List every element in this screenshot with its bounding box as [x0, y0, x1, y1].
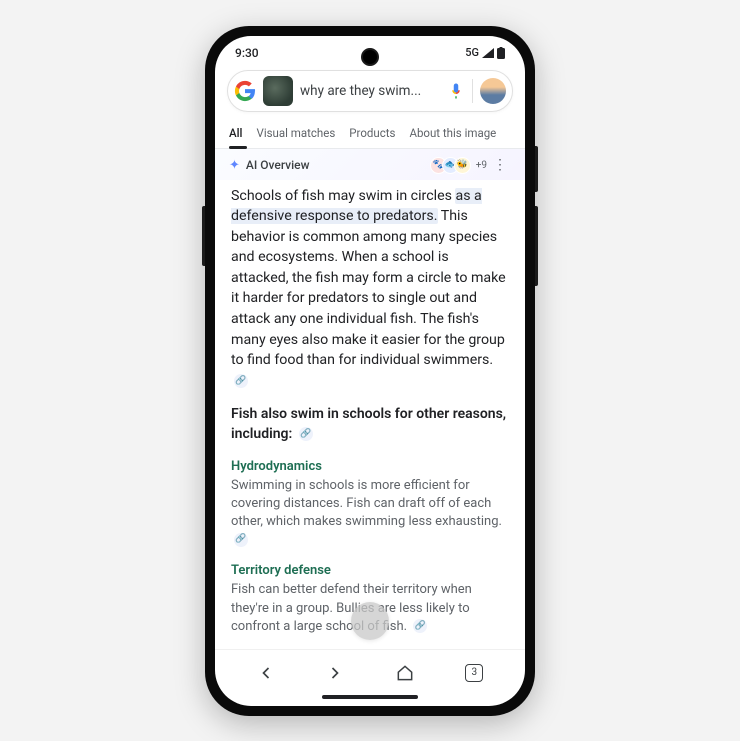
battery-icon: [497, 47, 505, 59]
source-extra-count[interactable]: +9: [476, 160, 487, 171]
tab-count: 3: [471, 667, 477, 678]
citation-icon[interactable]: 🔗: [299, 427, 313, 441]
network-label: 5G: [465, 46, 479, 59]
home-button[interactable]: [392, 660, 418, 686]
result-tabs: All Visual matches Products About this i…: [215, 120, 525, 149]
citation-icon[interactable]: 🔗: [234, 374, 248, 388]
paragraph-post: This behavior is common among many speci…: [231, 208, 506, 368]
sparkle-icon: ✦: [229, 158, 240, 173]
section-body-text: Swimming in schools is more efficient fo…: [231, 478, 502, 529]
search-query-text[interactable]: why are they swim...: [300, 83, 440, 99]
overview-paragraph: Schools of fish may swim in circles as a…: [231, 186, 509, 392]
volume-button: [535, 206, 538, 286]
section-title-hydrodynamics: Hydrodynamics: [231, 459, 509, 474]
forward-button[interactable]: [322, 660, 348, 686]
source-pills[interactable]: 🐾 🐟 🐝: [435, 157, 471, 174]
back-button[interactable]: [253, 660, 279, 686]
mic-icon[interactable]: [447, 82, 465, 100]
paragraph-pre: Schools of fish may swim in circles: [231, 188, 455, 204]
google-logo-icon: [234, 80, 256, 102]
home-indicator[interactable]: [322, 695, 418, 699]
ai-overview-content: Schools of fish may swim in circles as a…: [215, 180, 525, 649]
subheading-text: Fish also swim in schools for other reas…: [231, 406, 506, 442]
clock: 9:30: [235, 46, 259, 60]
overview-subheading: Fish also swim in schools for other reas…: [231, 405, 509, 444]
tab-about-image[interactable]: About this image: [409, 120, 496, 148]
phone-frame: 9:30 5G why are they swim...: [205, 26, 535, 716]
side-button: [202, 206, 205, 266]
ai-overview-title: AI Overview: [246, 158, 310, 172]
source-pill-3[interactable]: 🐝: [454, 157, 471, 174]
search-image-thumbnail[interactable]: [263, 76, 293, 106]
account-avatar[interactable]: [480, 78, 506, 104]
section-body-hydrodynamics: Swimming in schools is more efficient fo…: [231, 477, 509, 550]
separator: [472, 79, 473, 103]
power-button: [535, 146, 538, 192]
citation-icon[interactable]: 🔗: [413, 619, 427, 633]
tabs-button[interactable]: 3: [461, 660, 487, 686]
section-title-territory: Territory defense: [231, 563, 509, 578]
camera-cutout: [361, 48, 379, 66]
tab-visual-matches[interactable]: Visual matches: [257, 120, 336, 148]
bottom-nav: 3: [215, 649, 525, 690]
touch-indicator: [351, 602, 389, 640]
citation-icon[interactable]: 🔗: [234, 533, 248, 547]
more-menu-icon[interactable]: ⋮: [489, 157, 511, 173]
tab-products[interactable]: Products: [349, 120, 395, 148]
ai-overview-header: ✦ AI Overview 🐾 🐟 🐝 +9 ⋮: [215, 149, 525, 180]
screen: 9:30 5G why are they swim...: [215, 36, 525, 706]
search-bar[interactable]: why are they swim...: [227, 70, 513, 112]
tab-all[interactable]: All: [229, 120, 243, 148]
signal-icon: [482, 48, 494, 58]
status-icons: 5G: [465, 46, 505, 59]
